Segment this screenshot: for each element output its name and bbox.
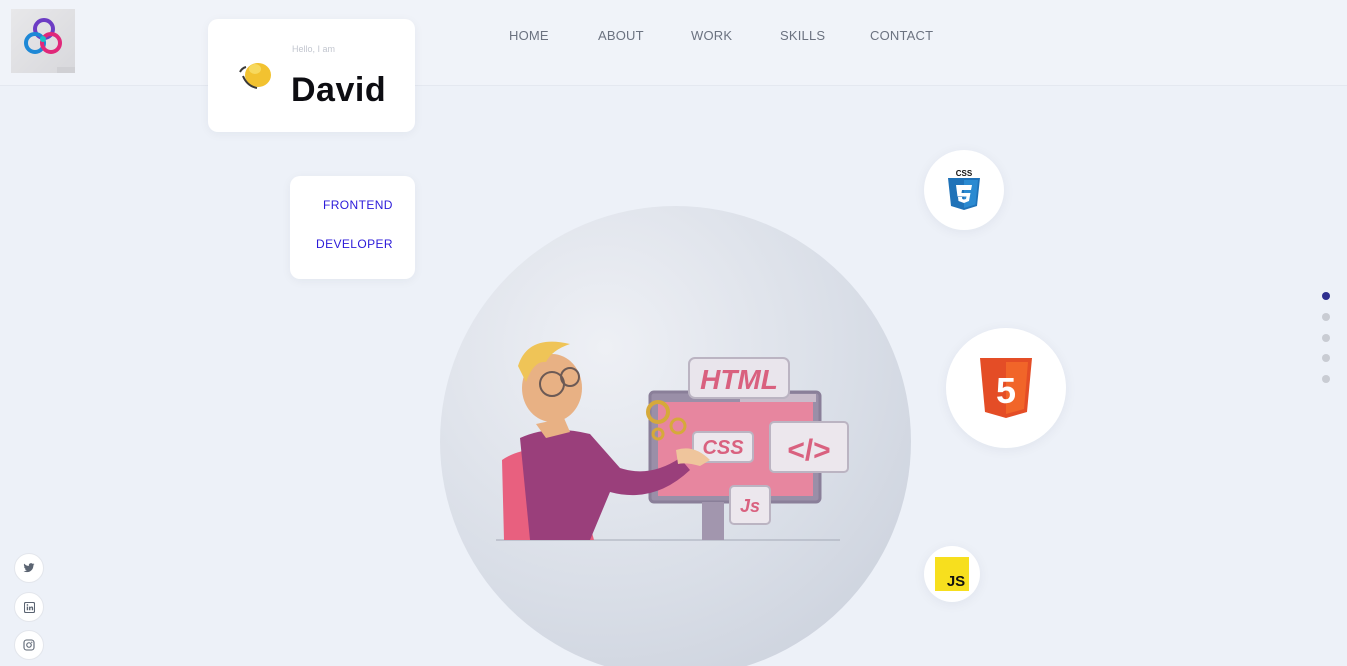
name-heading: David (291, 71, 387, 109)
html5-badge-text: 5 (996, 370, 1016, 411)
site-logo[interactable] (11, 9, 75, 73)
js-label: Js (740, 496, 760, 516)
nav-contact-link[interactable]: CONTACT (870, 28, 933, 43)
site-header: HOME ABOUT WORK SKILLS CONTACT (0, 0, 1347, 86)
role-card (290, 176, 415, 279)
instagram-link[interactable] (14, 630, 44, 660)
css3-icon: CSS (948, 169, 980, 210)
javascript-icon: JS (935, 557, 969, 591)
js-badge-text: JS (947, 573, 965, 590)
section-dot-4[interactable] (1322, 354, 1330, 362)
trefoil-logo-icon (24, 18, 75, 73)
section-dot-1[interactable] (1322, 292, 1330, 300)
instagram-icon (23, 639, 35, 651)
section-dot-5[interactable] (1322, 375, 1330, 383)
code-label: </> (787, 434, 830, 467)
nav-about-link[interactable]: ABOUT (598, 28, 644, 43)
twitter-link[interactable] (14, 553, 44, 583)
twitter-icon (23, 563, 35, 573)
role-line-developer: DEVELOPER (316, 237, 393, 251)
css-label: CSS (702, 437, 744, 459)
css3-badge: CSS (924, 150, 1004, 230)
section-dot-3[interactable] (1322, 334, 1330, 342)
nav-work-link[interactable]: WORK (691, 28, 732, 43)
developer-illustration: HTML CSS </> Js (496, 341, 849, 541)
html5-badge: 5 (946, 328, 1066, 448)
waving-hand-icon (239, 63, 271, 89)
nav-skills-link[interactable]: SKILLS (780, 28, 825, 43)
section-dot-2[interactable] (1322, 313, 1330, 321)
nav-home-link[interactable]: HOME (509, 28, 549, 43)
linkedin-icon (23, 601, 35, 613)
html-label: HTML (700, 364, 778, 395)
role-line-frontend: FRONTEND (323, 198, 393, 212)
html5-icon: 5 (980, 358, 1032, 418)
css-badge-text: CSS (956, 169, 973, 178)
linkedin-link[interactable] (14, 592, 44, 622)
greeting-text: Hello, I am (292, 44, 336, 54)
javascript-badge: JS (924, 546, 980, 602)
